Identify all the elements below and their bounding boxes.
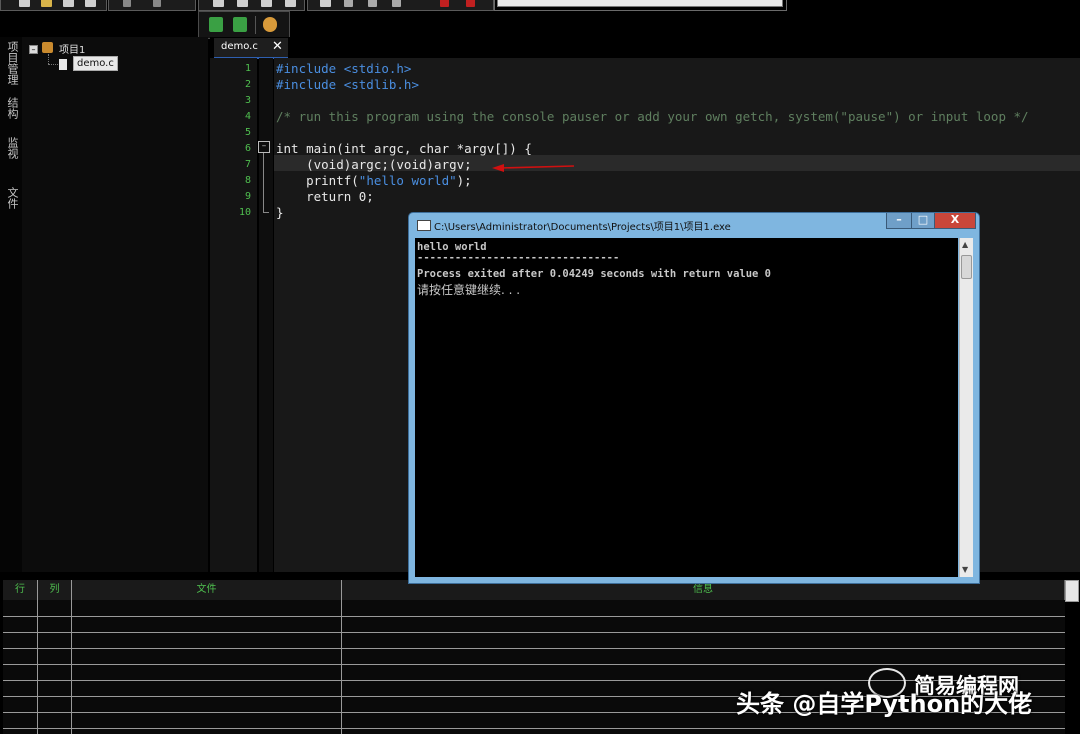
- code-line: int main(int argc, char *argv[]) {: [276, 141, 532, 156]
- scroll-down-icon[interactable]: ▼: [962, 565, 968, 574]
- code-line: }: [276, 205, 284, 220]
- new-file-icon[interactable]: [19, 0, 30, 7]
- code-line: printf("hello world");: [276, 173, 472, 188]
- line-number: 9: [244, 191, 251, 202]
- tree-item-file[interactable]: demo.c: [73, 56, 118, 71]
- stop-debug-icon[interactable]: [466, 0, 475, 7]
- column-header-col[interactable]: 列: [38, 580, 72, 600]
- code-line: #include <stdio.h>: [276, 61, 412, 76]
- code-line: (void)argc;(void)argv;: [276, 157, 472, 172]
- tab-files[interactable]: 文件: [3, 187, 19, 209]
- save-all-icon[interactable]: [85, 0, 96, 7]
- fold-end: [263, 212, 269, 213]
- column-divider: [37, 580, 38, 734]
- toolbar-group-build: [198, 0, 305, 11]
- tree-connector: [48, 54, 49, 64]
- project-icon: [42, 42, 53, 53]
- breakpoint-icon[interactable]: [440, 0, 449, 7]
- line-number: 1: [244, 63, 251, 74]
- toolbar-group-file: [0, 0, 107, 11]
- rebuild-icon[interactable]: [285, 0, 296, 7]
- left-vertical-tabs: 项目管理 结构 监视 文件: [0, 37, 22, 572]
- toolbar-row-two: [198, 11, 290, 39]
- step-into-icon[interactable]: [368, 0, 377, 7]
- console-window-title: C:\Users\Administrator\Documents\Project…: [434, 222, 731, 233]
- column-header-row[interactable]: 行: [3, 580, 38, 600]
- console-window: C:\Users\Administrator\Documents\Project…: [408, 212, 980, 584]
- annotation-arrow: [492, 164, 575, 172]
- table-row: [3, 648, 1065, 649]
- line-number: 8: [244, 175, 251, 186]
- close-icon[interactable]: ✕: [272, 39, 283, 54]
- toolbar-group-compiler: [494, 0, 787, 11]
- minimize-button[interactable]: –: [886, 213, 912, 229]
- collapse-icon[interactable]: –: [29, 45, 38, 54]
- column-header-file[interactable]: 文件: [72, 580, 342, 600]
- console-scrollbar[interactable]: ▲ ▼: [959, 238, 973, 577]
- editor-tab-label: demo.c: [221, 41, 258, 52]
- step-icon[interactable]: [344, 0, 353, 7]
- forward-icon[interactable]: [153, 0, 161, 7]
- editor-tab-strip: demo.c ✕: [210, 37, 1080, 59]
- line-number: 10: [238, 207, 251, 218]
- line-number: 3: [244, 95, 251, 106]
- table-row: [3, 632, 1065, 633]
- panel-scrollbar[interactable]: [1065, 580, 1079, 602]
- scroll-up-icon[interactable]: ▲: [962, 240, 968, 249]
- tree-item-project[interactable]: 项目1: [59, 41, 85, 56]
- console-output[interactable]: hello world ----------------------------…: [415, 238, 958, 577]
- goto-icon[interactable]: [233, 17, 247, 32]
- insert-icon[interactable]: [209, 17, 223, 32]
- fold-line: [263, 153, 264, 213]
- maximize-button[interactable]: □: [911, 213, 935, 229]
- console-line: Process exited after 0.04249 seconds wit…: [417, 268, 772, 280]
- tab-watch[interactable]: 监视: [3, 137, 19, 159]
- compile-icon[interactable]: [213, 0, 224, 7]
- close-button[interactable]: X: [934, 213, 976, 229]
- bookmark-icon[interactable]: [263, 17, 277, 32]
- table-row: [3, 616, 1065, 617]
- run-icon[interactable]: [237, 0, 248, 7]
- line-number: 6: [244, 143, 251, 154]
- console-app-icon: [417, 220, 431, 231]
- editor-tab-demo[interactable]: demo.c ✕: [214, 38, 288, 59]
- code-line: return 0;: [276, 189, 374, 204]
- tab-structure[interactable]: 结构: [3, 97, 19, 119]
- save-icon[interactable]: [63, 0, 74, 7]
- toolbar-separator: [255, 16, 256, 34]
- column-divider: [71, 580, 72, 734]
- code-line: #include <stdlib.h>: [276, 77, 419, 92]
- tab-project-manager[interactable]: 项目管理: [3, 41, 19, 85]
- open-file-icon[interactable]: [41, 0, 52, 7]
- tree-connector-h: [48, 64, 58, 65]
- fold-toggle-icon[interactable]: –: [258, 141, 270, 153]
- back-icon[interactable]: [123, 0, 131, 7]
- scroll-thumb[interactable]: [961, 255, 972, 279]
- column-divider: [341, 580, 342, 734]
- file-icon: [59, 59, 67, 70]
- toolbar-group-debug: [307, 0, 494, 11]
- code-line: /* run this program using the console pa…: [276, 109, 1029, 124]
- console-line: --------------------------------: [417, 252, 620, 264]
- line-number: 7: [244, 159, 251, 170]
- table-row: [3, 664, 1065, 665]
- toolbar-group-nav: [108, 0, 196, 11]
- line-number: 2: [244, 79, 251, 90]
- watermark-bottom: 头条 @自学Python的大佬: [736, 690, 1033, 718]
- line-number: 5: [244, 127, 251, 138]
- table-row: [3, 728, 1065, 729]
- line-number: 4: [244, 111, 251, 122]
- line-number-gutter: 1 2 3 4 5 6 7 8 9 10: [210, 58, 257, 572]
- step-out-icon[interactable]: [392, 0, 401, 7]
- project-tree: – 项目1 demo.c: [22, 37, 208, 572]
- compile-run-icon[interactable]: [261, 0, 272, 7]
- fold-margin: –: [258, 58, 273, 572]
- debug-icon[interactable]: [320, 0, 331, 7]
- console-line: 请按任意键继续. . .: [417, 283, 521, 297]
